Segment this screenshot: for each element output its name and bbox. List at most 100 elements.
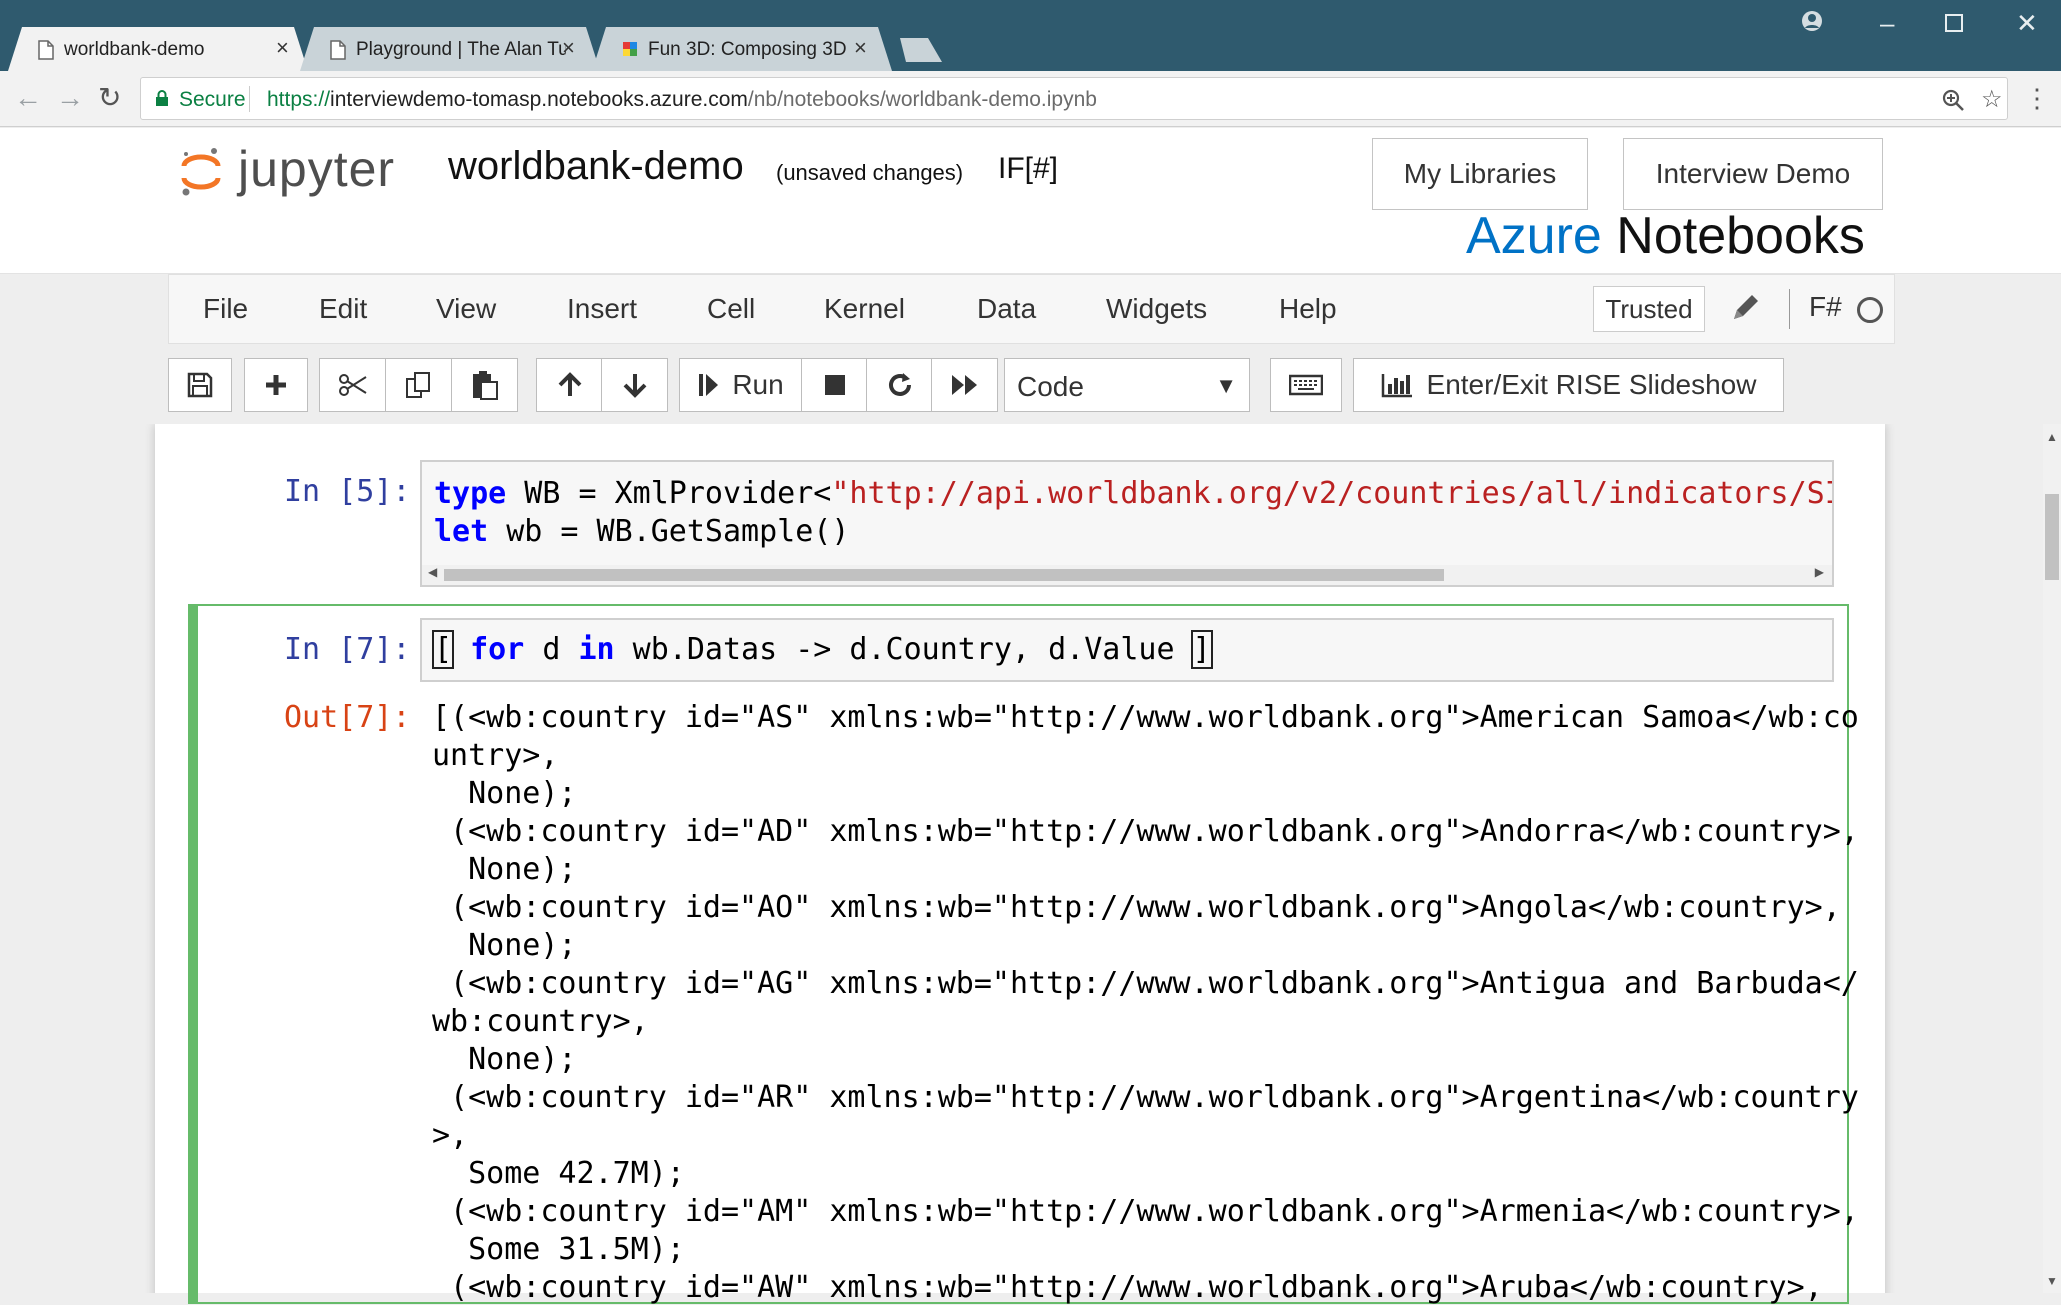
cut-button[interactable] — [319, 358, 386, 412]
output-line: None); — [432, 776, 577, 811]
output-line: (<wb:country id="AO" xmlns:wb="http://ww… — [432, 890, 1841, 925]
browser-tab-fun3d[interactable]: Fun 3D: Composing 3D o × — [592, 27, 892, 71]
code-line: [ for d in wb.Datas -> d.Country, d.Valu… — [431, 630, 1213, 669]
code-string: "http://api.worldbank.org/v2/countries/a… — [831, 476, 1834, 511]
move-up-button[interactable] — [536, 358, 603, 412]
zoom-icon[interactable] — [1941, 88, 1965, 112]
menu-insert[interactable]: Insert — [567, 293, 637, 325]
close-window-icon[interactable]: ✕ — [2016, 8, 2038, 38]
command-palette-button[interactable] — [1270, 358, 1342, 412]
code-text: wb = WB.GetSample() — [488, 514, 850, 549]
paste-button[interactable] — [451, 358, 518, 412]
menu-help[interactable]: Help — [1279, 293, 1337, 325]
output-line: (<wb:country id="AW" xmlns:wb="http://ww… — [432, 1270, 1823, 1305]
run-button[interactable]: Run — [679, 358, 803, 412]
bookmark-star-icon[interactable]: ☆ — [1981, 85, 2003, 114]
menu-view[interactable]: View — [436, 293, 496, 325]
minimize-icon[interactable]: – — [1880, 8, 1894, 38]
fun3d-favicon-icon — [623, 42, 637, 56]
new-tab-button[interactable] — [892, 38, 942, 62]
menu-cell[interactable]: Cell — [707, 293, 755, 325]
back-icon[interactable]: ← — [14, 81, 42, 115]
page-icon — [330, 40, 346, 60]
matched-bracket: ] — [1190, 630, 1213, 669]
rise-slideshow-button[interactable]: Enter/Exit RISE Slideshow — [1353, 358, 1784, 412]
browser-menu-icon[interactable]: ⋮ — [2024, 83, 2050, 113]
code-text: WB = XmlProvider< — [506, 476, 832, 511]
maximize-icon[interactable] — [1945, 14, 1963, 32]
scroll-up-icon[interactable]: ▲ — [2046, 430, 2058, 444]
omnibox-divider — [249, 86, 250, 112]
arrow-up-icon — [558, 372, 581, 396]
reload-icon[interactable]: ↻ — [98, 81, 121, 115]
cell-type-select[interactable]: Code ▼ — [1004, 358, 1250, 412]
page-vertical-scrollbar[interactable]: ▲ ▼ — [2043, 424, 2061, 1293]
output-line: (<wb:country id="AD" xmlns:wb="http://ww… — [432, 814, 1859, 849]
run-label: Run — [732, 369, 784, 400]
cell-input-prompt: In [7]: — [284, 632, 411, 667]
browser-tab-worldbank-demo[interactable]: worldbank-demo × — [8, 27, 308, 71]
scrollbar-thumb[interactable] — [2045, 494, 2059, 580]
move-down-button[interactable] — [601, 358, 668, 412]
scroll-left-icon[interactable]: ◀ — [428, 565, 437, 579]
secure-label: Secure — [179, 88, 246, 111]
output-line: untry>, — [432, 738, 559, 773]
close-tab-icon[interactable]: × — [276, 35, 289, 61]
matched-bracket: [ — [431, 630, 455, 669]
menu-data[interactable]: Data — [977, 293, 1036, 325]
menu-widgets[interactable]: Widgets — [1106, 293, 1207, 325]
scissors-icon — [338, 374, 367, 396]
output-line: >, — [432, 1118, 469, 1153]
insert-cell-button[interactable] — [244, 358, 308, 412]
pencil-icon[interactable] — [1729, 289, 1759, 325]
scroll-down-icon[interactable]: ▼ — [2046, 1274, 2058, 1288]
output-line: [(<wb:country id="AS" xmlns:wb="http://w… — [432, 700, 1859, 735]
code-line: let wb = WB.GetSample() — [434, 514, 849, 549]
scrollbar-thumb[interactable] — [444, 569, 1444, 581]
browser-titlebar: worldbank-demo × Playground | The Alan T… — [0, 0, 2061, 71]
code-editor[interactable]: [ for d in wb.Datas -> d.Country, d.Valu… — [420, 618, 1834, 682]
keyboard-icon — [1289, 374, 1323, 396]
browser-tab-playground[interactable]: Playground | The Alan Tu × — [300, 27, 600, 71]
arrow-down-icon — [623, 374, 646, 398]
menu-edit[interactable]: Edit — [319, 293, 367, 325]
code-keyword: for — [470, 632, 525, 667]
cell-type-value: Code — [1017, 371, 1084, 402]
profile-icon[interactable] — [1801, 10, 1823, 32]
interview-demo-button[interactable]: Interview Demo — [1623, 138, 1883, 210]
output-line: Some 42.7M); — [432, 1156, 685, 1191]
kernel-indicator: IF[#] — [998, 152, 1059, 185]
my-libraries-button[interactable]: My Libraries — [1372, 138, 1588, 210]
code-line: type WB = XmlProvider<"http://api.worldb… — [434, 476, 1834, 511]
output-line: Some 31.5M); — [432, 1232, 685, 1267]
step-forward-icon — [699, 374, 719, 396]
menu-file[interactable]: File — [203, 293, 248, 325]
copy-icon — [405, 372, 430, 398]
code-keyword: in — [578, 632, 615, 667]
interrupt-button[interactable] — [801, 358, 868, 412]
notebook-name[interactable]: worldbank-demo — [448, 144, 744, 189]
close-tab-icon[interactable]: × — [854, 35, 867, 61]
scroll-right-icon[interactable]: ▶ — [1815, 565, 1824, 579]
tab-title: Fun 3D: Composing 3D o — [648, 39, 848, 60]
jupyter-logo-icon[interactable] — [180, 146, 222, 198]
code-editor[interactable]: type WB = XmlProvider<"http://api.worldb… — [420, 460, 1834, 587]
forward-icon[interactable]: → — [56, 81, 84, 115]
output-line: None); — [432, 928, 577, 963]
notebook-menubar: File Edit View Insert Cell Kernel Data W… — [168, 274, 1895, 344]
code-text: wb.Datas -> d.Country, d.Value — [614, 632, 1193, 667]
save-button[interactable] — [168, 358, 232, 412]
restart-run-all-button[interactable] — [931, 358, 998, 412]
browser-toolbar: ← → ↻ Secure https://interviewdemo-tomas… — [0, 71, 2061, 127]
plus-icon — [266, 375, 286, 395]
url-scheme: https:// — [267, 88, 331, 111]
restart-button[interactable] — [866, 358, 933, 412]
menu-kernel[interactable]: Kernel — [824, 293, 905, 325]
address-bar[interactable]: Secure https://interviewdemo-tomasp.note… — [140, 77, 2008, 120]
url-path: /nb/notebooks/worldbank-demo.ipynb — [747, 88, 1097, 111]
jupyter-header: jupyter worldbank-demo (unsaved changes)… — [0, 128, 2061, 274]
close-tab-icon[interactable]: × — [562, 35, 575, 61]
horizontal-scrollbar[interactable]: ◀ ▶ — [422, 565, 1832, 585]
copy-button[interactable] — [385, 358, 452, 412]
trusted-button[interactable]: Trusted — [1593, 286, 1705, 332]
